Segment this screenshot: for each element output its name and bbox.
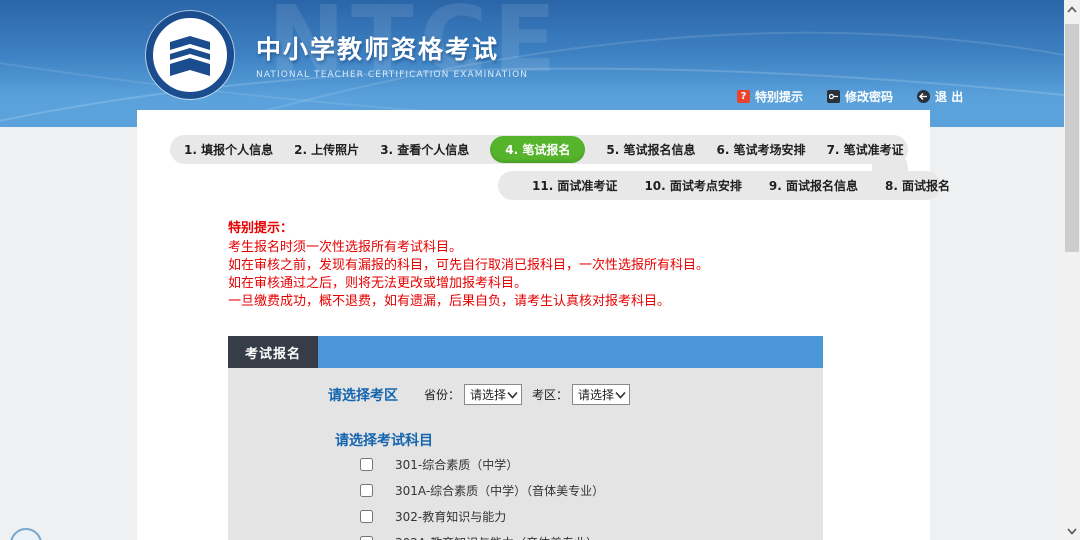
notice-title: 特别提示： xyxy=(228,220,709,238)
subject-row: 301-综合素质（中学） xyxy=(360,454,518,474)
subject-row: 301A-综合素质（中学）（音体美专业） xyxy=(360,480,604,500)
province-select-value: 请选择 xyxy=(470,386,506,403)
step-tab-10[interactable]: 10. 面试考点安排 xyxy=(644,177,741,194)
step-tab-8[interactable]: 8. 面试报名 xyxy=(885,177,950,194)
step-tab-5[interactable]: 5. 笔试报名信息 xyxy=(606,141,695,158)
chevron-down-icon xyxy=(507,391,518,399)
question-icon: ? xyxy=(737,90,750,103)
subject-checkbox-301A[interactable] xyxy=(360,484,373,497)
subject-row: 302-教育知识与能力 xyxy=(360,506,506,526)
chevron-up-icon xyxy=(1067,6,1077,13)
stepnav-row2: 11. 面试准考证 10. 面试考点安排 9. 面试报名信息 8. 面试报名 xyxy=(498,171,941,200)
step-tab-9[interactable]: 9. 面试报名信息 xyxy=(769,177,858,194)
subject-checkbox-302[interactable] xyxy=(360,510,373,523)
province-label: 省份： xyxy=(424,386,460,403)
exit-icon xyxy=(917,90,930,103)
special-notice-link[interactable]: ? 特别提示 xyxy=(737,88,803,105)
step-tab-7[interactable]: 7. 笔试准考证 xyxy=(827,141,904,158)
scrollbar-thumb[interactable] xyxy=(1065,24,1079,252)
special-notice-label: 特别提示 xyxy=(755,88,803,105)
chevron-down-icon xyxy=(1067,528,1077,535)
notice-line: 如在审核之前，发现有漏报的科目，可先自行取消已报科目，一次性选报所有科目。 xyxy=(228,257,709,275)
section-title-tab: 考试报名 xyxy=(228,336,318,368)
district-select-value: 请选择 xyxy=(578,386,614,403)
site-header: NTCE 中小学教师资格考试 NATIONAL TEACHER CERTIFIC… xyxy=(0,0,1064,127)
scroll-down-button[interactable] xyxy=(1064,523,1080,539)
exam-registration-section-header: 考试报名 xyxy=(228,336,823,368)
step-tab-2[interactable]: 2. 上传照片 xyxy=(294,141,359,158)
section-header-bar xyxy=(318,336,823,368)
ntce-logo-icon xyxy=(146,11,234,99)
floating-widget-circle[interactable] xyxy=(10,528,42,540)
notice-line: 如在审核通过之后，则将无法更改或增加报考科目。 xyxy=(228,275,709,293)
logout-link[interactable]: 退 出 xyxy=(917,88,963,105)
logout-label: 退 出 xyxy=(935,88,963,105)
key-icon xyxy=(827,90,840,103)
step-tab-3[interactable]: 3. 查看个人信息 xyxy=(380,141,469,158)
site-subtitle: NATIONAL TEACHER CERTIFICATION EXAMINATI… xyxy=(256,70,528,80)
subject-label-302: 302-教育知识与能力 xyxy=(395,508,506,525)
step-tab-11[interactable]: 11. 面试准考证 xyxy=(532,177,617,194)
subject-row: 302A-教育知识与能力（音体美专业） xyxy=(360,532,598,540)
change-password-label: 修改密码 xyxy=(845,88,893,105)
special-notice: 特别提示： 考生报名时须一次性选报所有考试科目。 如在审核之前，发现有漏报的科目… xyxy=(228,220,709,311)
notice-line: 考生报名时须一次性选报所有考试科目。 xyxy=(228,239,709,257)
scroll-up-button[interactable] xyxy=(1064,1,1080,17)
vertical-scrollbar[interactable] xyxy=(1064,0,1080,540)
subject-label-301: 301-综合素质（中学） xyxy=(395,456,518,473)
district-select[interactable]: 请选择 xyxy=(572,384,630,405)
province-select[interactable]: 请选择 xyxy=(464,384,522,405)
notice-line: 一旦缴费成功，概不退费，如有遗漏，后果自负，请考生认真核对报考科目。 xyxy=(228,293,709,311)
step-navigation: 1. 填报个人信息 2. 上传照片 3. 查看个人信息 4. 笔试报名 5. 笔… xyxy=(170,135,908,203)
registration-form: 请选择考区 省份： 请选择 考区： 请选择 请选择考试科目 301-综合素质（中… xyxy=(228,368,823,540)
stepnav-row1: 1. 填报个人信息 2. 上传照片 3. 查看个人信息 4. 笔试报名 5. 笔… xyxy=(170,135,908,164)
exam-area-row: 请选择考区 省份： 请选择 考区： 请选择 xyxy=(328,384,630,405)
step-tab-6[interactable]: 6. 笔试考场安排 xyxy=(716,141,805,158)
subject-checkbox-302A[interactable] xyxy=(360,536,373,540)
brand-text: 中小学教师资格考试 NATIONAL TEACHER CERTIFICATION… xyxy=(256,30,528,80)
header-links: ? 特别提示 修改密码 退 出 xyxy=(737,88,963,105)
subject-select-label: 请选择考试科目 xyxy=(335,430,433,450)
section-title: 考试报名 xyxy=(245,343,301,362)
district-label: 考区： xyxy=(532,386,568,403)
area-select-label: 请选择考区 xyxy=(328,385,398,405)
brand: 中小学教师资格考试 NATIONAL TEACHER CERTIFICATION… xyxy=(146,11,528,99)
page-root: NTCE 中小学教师资格考试 NATIONAL TEACHER CERTIFIC… xyxy=(0,0,1080,540)
site-title: 中小学教师资格考试 xyxy=(256,30,528,66)
subject-checkbox-301[interactable] xyxy=(360,458,373,471)
step-tab-1[interactable]: 1. 填报个人信息 xyxy=(184,141,273,158)
step-tab-4-active[interactable]: 4. 笔试报名 xyxy=(490,136,585,163)
subject-label-301A: 301A-综合素质（中学）（音体美专业） xyxy=(395,482,604,499)
chevron-down-icon xyxy=(615,391,626,399)
content-panel: 1. 填报个人信息 2. 上传照片 3. 查看个人信息 4. 笔试报名 5. 笔… xyxy=(137,110,930,540)
change-password-link[interactable]: 修改密码 xyxy=(827,88,893,105)
subject-label-302A: 302A-教育知识与能力（音体美专业） xyxy=(395,534,598,540)
